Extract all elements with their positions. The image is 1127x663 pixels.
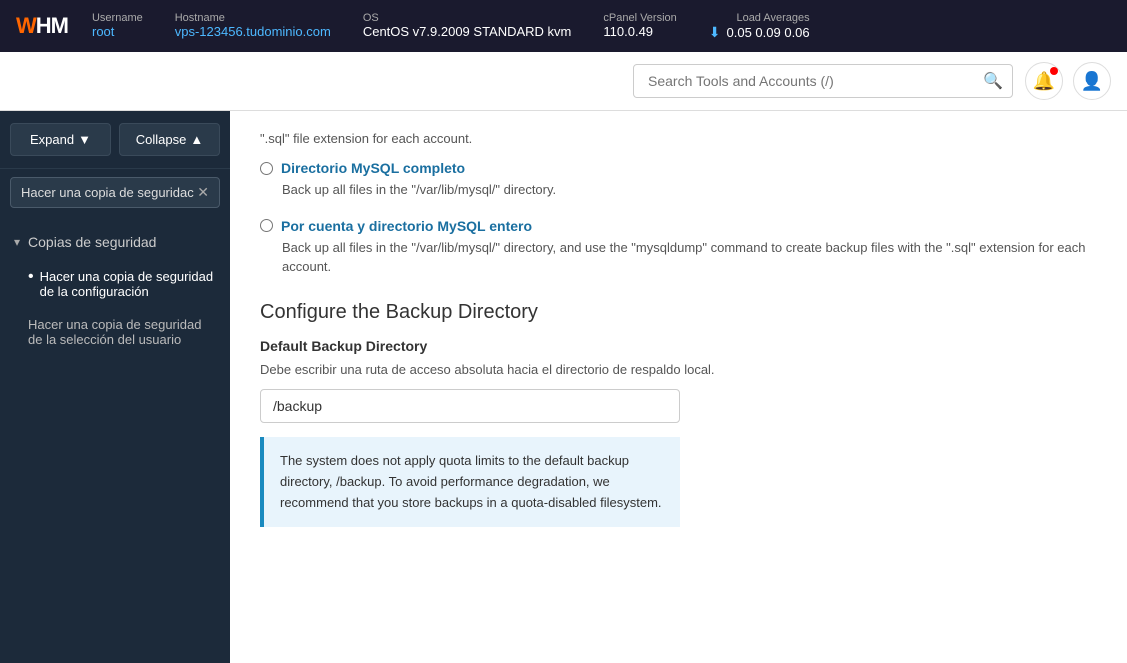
field-desc: Debe escribir una ruta de acceso absolut… [260,360,1097,380]
sidebar-item-backup-config[interactable]: • Hacer una copia de seguridad de la con… [0,260,230,308]
user-button[interactable]: 👤 [1073,62,1111,100]
sql-ext-note: ".sql" file extension for each account. [260,131,1097,146]
expand-button[interactable]: Expand ▼ [10,123,111,156]
section-title: Configure the Backup Directory [260,301,1097,324]
cpanel-info: cPanel Version 110.0.49 [603,12,676,41]
radio-label-2[interactable]: Por cuenta y directorio MySQL entero [260,218,1097,234]
sidebar-btn-row: Expand ▼ Collapse ▲ [0,111,230,169]
expand-icon: ▼ [78,132,91,147]
radio-input-1[interactable] [260,162,273,175]
collapse-icon: ▲ [190,132,203,147]
username-label: Username [92,12,143,24]
sidebar-section-label: Copias de seguridad [28,234,156,250]
sidebar-tag-text: Hacer una copia de seguridac [21,185,194,200]
main-layout: Expand ▼ Collapse ▲ Hacer una copia de s… [0,111,1127,663]
hostname-info: Hostname vps-123456.tudominio.com [175,12,331,41]
bullet-icon: • [28,269,34,285]
content-area: ".sql" file extension for each account. … [230,111,1127,663]
field-label: Default Backup Directory [260,338,1097,354]
icon-group: 🔔 👤 [1025,62,1111,100]
radio-desc-2: Back up all files in the "/var/lib/mysql… [282,238,1097,277]
sidebar-section-header[interactable]: ▾ Copias de seguridad [0,224,230,260]
close-icon[interactable]: ✕ [197,184,209,201]
os-info: OS CentOS v7.9.2009 STANDARD kvm [363,12,572,41]
username-info: Username root [92,12,143,41]
sidebar-item-label-2: Hacer una copia de seguridad de la selec… [28,317,216,347]
search-container: 🔍 [633,64,1013,98]
backup-dir-input[interactable] [260,389,680,423]
load-values: ⬇ 0.05 0.09 0.06 [709,24,810,41]
notifications-button[interactable]: 🔔 [1025,62,1063,100]
radio-group-2: Por cuenta y directorio MySQL entero Bac… [260,218,1097,277]
search-button[interactable]: 🔍 [983,71,1003,91]
load-info: Load Averages ⬇ 0.05 0.09 0.06 [709,12,810,41]
radio-input-2[interactable] [260,219,273,232]
os-label: OS [363,12,572,24]
load-numbers: 0.05 0.09 0.06 [727,25,810,40]
radio-group-1: Directorio MySQL completo Back up all fi… [260,160,1097,200]
radio-desc-1: Back up all files in the "/var/lib/mysql… [282,180,1097,200]
search-input[interactable] [633,64,1013,98]
info-box: The system does not apply quota limits t… [260,437,680,527]
server-info: Username root Hostname vps-123456.tudomi… [92,12,1111,41]
sidebar: Expand ▼ Collapse ▲ Hacer una copia de s… [0,111,230,663]
notification-badge [1050,67,1058,75]
topbar: WHM Username root Hostname vps-123456.tu… [0,0,1127,52]
hostname-label: Hostname [175,12,331,24]
username-value: root [92,24,143,39]
chevron-down-icon: ▾ [14,235,20,249]
searchbar-row: 🔍 🔔 👤 [0,52,1127,111]
sidebar-item-backup-user[interactable]: Hacer una copia de seguridad de la selec… [0,308,230,356]
radio-label-1[interactable]: Directorio MySQL completo [260,160,1097,176]
whm-logo: WHM [16,13,68,39]
os-value: CentOS v7.9.2009 STANDARD kvm [363,24,572,39]
cpanel-value: 110.0.49 [603,24,676,39]
sidebar-section-backup: ▾ Copias de seguridad • Hacer una copia … [0,224,230,356]
download-icon: ⬇ [709,24,721,41]
sidebar-tag[interactable]: Hacer una copia de seguridac ✕ [10,177,220,208]
cpanel-label: cPanel Version [603,12,676,24]
load-label: Load Averages [736,12,809,24]
hostname-value: vps-123456.tudominio.com [175,24,331,39]
collapse-button[interactable]: Collapse ▲ [119,123,220,156]
sidebar-item-label-1: Hacer una copia de seguridad de la confi… [40,269,216,299]
